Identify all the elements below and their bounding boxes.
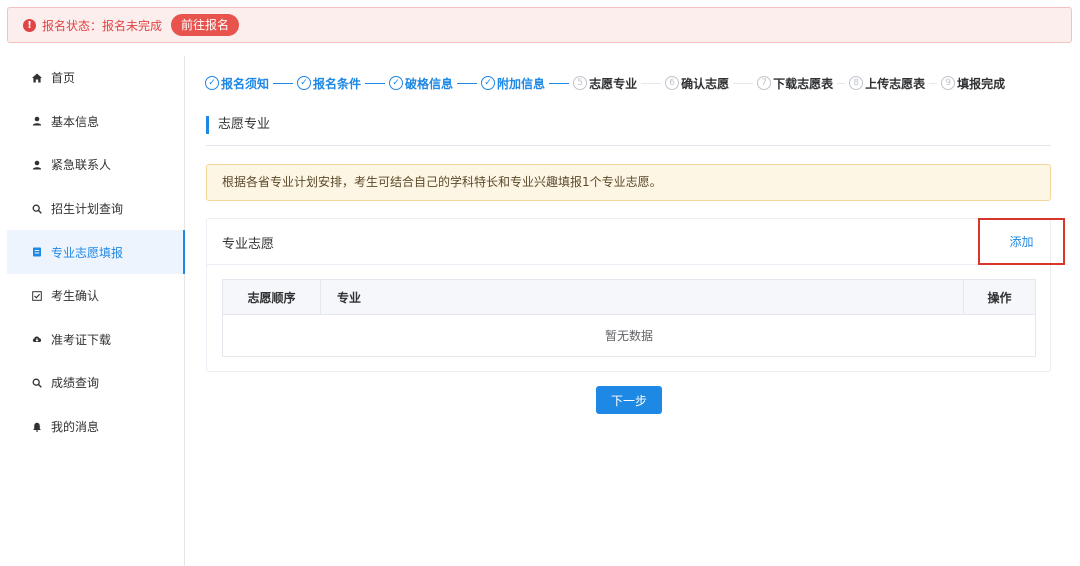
step-connector [365, 82, 386, 84]
section-title: 志愿专业 [206, 116, 270, 134]
step-connector [733, 82, 754, 84]
user-icon [32, 116, 42, 126]
step-registration-conditions: ✓ 报名条件 [297, 75, 361, 92]
step-connector [929, 82, 938, 84]
sidebar-item-score-query[interactable]: 成绩查询 [7, 361, 184, 405]
sidebar-item-label: 基本信息 [51, 114, 100, 129]
warning-icon: ! [23, 18, 36, 32]
registration-status-alert: ! 报名状态：报名未完成 前往报名 [7, 7, 1072, 43]
notice-banner: 根据各省专业计划安排，考生可结合自己的学科特长和专业兴趣填报1个专业志愿。 [206, 164, 1051, 201]
step-label: 报名条件 [313, 76, 362, 91]
step-connector [549, 82, 570, 84]
sidebar-item-major-preference[interactable]: 专业志愿填报 [7, 230, 185, 274]
sidebar-item-my-messages[interactable]: 我的消息 [7, 405, 184, 449]
table-header: 志愿顺序 专业 操作 [223, 280, 1035, 315]
go-register-button[interactable]: 前往报名 [171, 14, 240, 36]
bell-icon [32, 422, 42, 432]
step-connector [273, 82, 294, 84]
step-label: 下载志愿表 [773, 76, 834, 91]
sidebar: 首页 基本信息 紧急联系人 招生计划查询 专业志愿填报 考生确认 准考证下载 成… [7, 56, 185, 566]
sidebar-item-label: 首页 [51, 71, 76, 86]
registration-status-text: 报名状态：报名未完成 [42, 18, 163, 33]
check-circle-icon: ✓ [481, 76, 496, 90]
preference-table: 志愿顺序 专业 操作 暂无数据 [222, 279, 1036, 357]
step-registration-notice: ✓ 报名须知 [205, 75, 269, 92]
column-header-order: 志愿顺序 [223, 280, 321, 314]
check-circle-icon: ✓ [297, 76, 312, 90]
step-label: 上传志愿表 [865, 76, 926, 91]
search-icon [32, 204, 42, 214]
major-preference-card: 专业志愿 添加 志愿顺序 专业 操作 暂无数据 [206, 218, 1065, 372]
sidebar-item-admission-ticket[interactable]: 准考证下载 [7, 318, 184, 362]
step-connector [641, 82, 662, 84]
step-major-preference: 5 志愿专业 [573, 75, 637, 92]
step-label: 破格信息 [405, 76, 454, 91]
step-connector [837, 82, 846, 84]
step-number: 8 [849, 76, 864, 90]
step-label: 确认志愿 [681, 76, 730, 91]
check-circle-icon: ✓ [205, 76, 219, 90]
sidebar-item-label: 准考证下载 [51, 332, 112, 347]
sidebar-item-label: 我的消息 [51, 420, 100, 435]
highlight-box: 添加 [978, 218, 1065, 265]
home-icon [32, 73, 42, 83]
next-step-button[interactable]: 下一步 [596, 386, 662, 414]
user-icon [32, 160, 42, 170]
step-label: 附加信息 [497, 76, 546, 91]
sidebar-item-basic-info[interactable]: 基本信息 [7, 100, 184, 144]
page: ! 报名状态：报名未完成 前往报名 首页 基本信息 紧急联系人 招生计划查询 专… [0, 0, 1080, 566]
empty-state-text: 暂无数据 [604, 329, 653, 343]
step-number: 7 [757, 76, 772, 90]
step-number: 5 [573, 76, 588, 90]
step-connector [457, 82, 478, 84]
step-number: 6 [665, 76, 680, 90]
sidebar-item-label: 紧急联系人 [51, 158, 112, 173]
step-confirm-preference: 6 确认志愿 [665, 75, 729, 92]
sidebar-item-label: 招生计划查询 [51, 202, 124, 217]
sidebar-item-emergency-contact[interactable]: 紧急联系人 [7, 143, 184, 187]
step-additional-info: ✓ 附加信息 [481, 75, 545, 92]
add-button[interactable]: 添加 [1009, 233, 1033, 250]
search-icon [32, 378, 42, 388]
column-header-actions: 操作 [987, 290, 1012, 305]
step-exception-info: ✓ 破格信息 [389, 75, 453, 92]
sidebar-item-home[interactable]: 首页 [7, 56, 184, 100]
step-label: 填报完成 [957, 76, 1006, 91]
sidebar-item-label: 专业志愿填报 [51, 245, 124, 260]
document-icon [32, 247, 42, 257]
sidebar-item-label: 成绩查询 [51, 376, 100, 391]
check-circle-icon: ✓ [389, 76, 404, 90]
step-number: 9 [941, 76, 956, 90]
step-upload-form: 8 上传志愿表 [849, 75, 925, 92]
sidebar-item-candidate-confirm[interactable]: 考生确认 [7, 274, 184, 318]
progress-steps: ✓ 报名须知 ✓ 报名条件 ✓ 破格信息 ✓ 附加信息 5 志愿专业 6 确认志… [205, 74, 1055, 92]
sidebar-item-enrollment-plan[interactable]: 招生计划查询 [7, 187, 184, 231]
step-label: 报名须知 [221, 76, 270, 91]
card-title: 专业志愿 [222, 237, 275, 252]
divider [206, 145, 1051, 146]
step-label: 志愿专业 [589, 76, 638, 91]
step-complete: 9 填报完成 [941, 75, 1005, 92]
cloud-download-icon [32, 334, 42, 344]
checkbox-icon [32, 290, 42, 301]
column-header-major: 专业 [321, 280, 964, 314]
card-header: 专业志愿 添加 [207, 218, 1065, 265]
step-download-form: 7 下载志愿表 [757, 75, 833, 92]
sidebar-item-label: 考生确认 [51, 289, 100, 304]
